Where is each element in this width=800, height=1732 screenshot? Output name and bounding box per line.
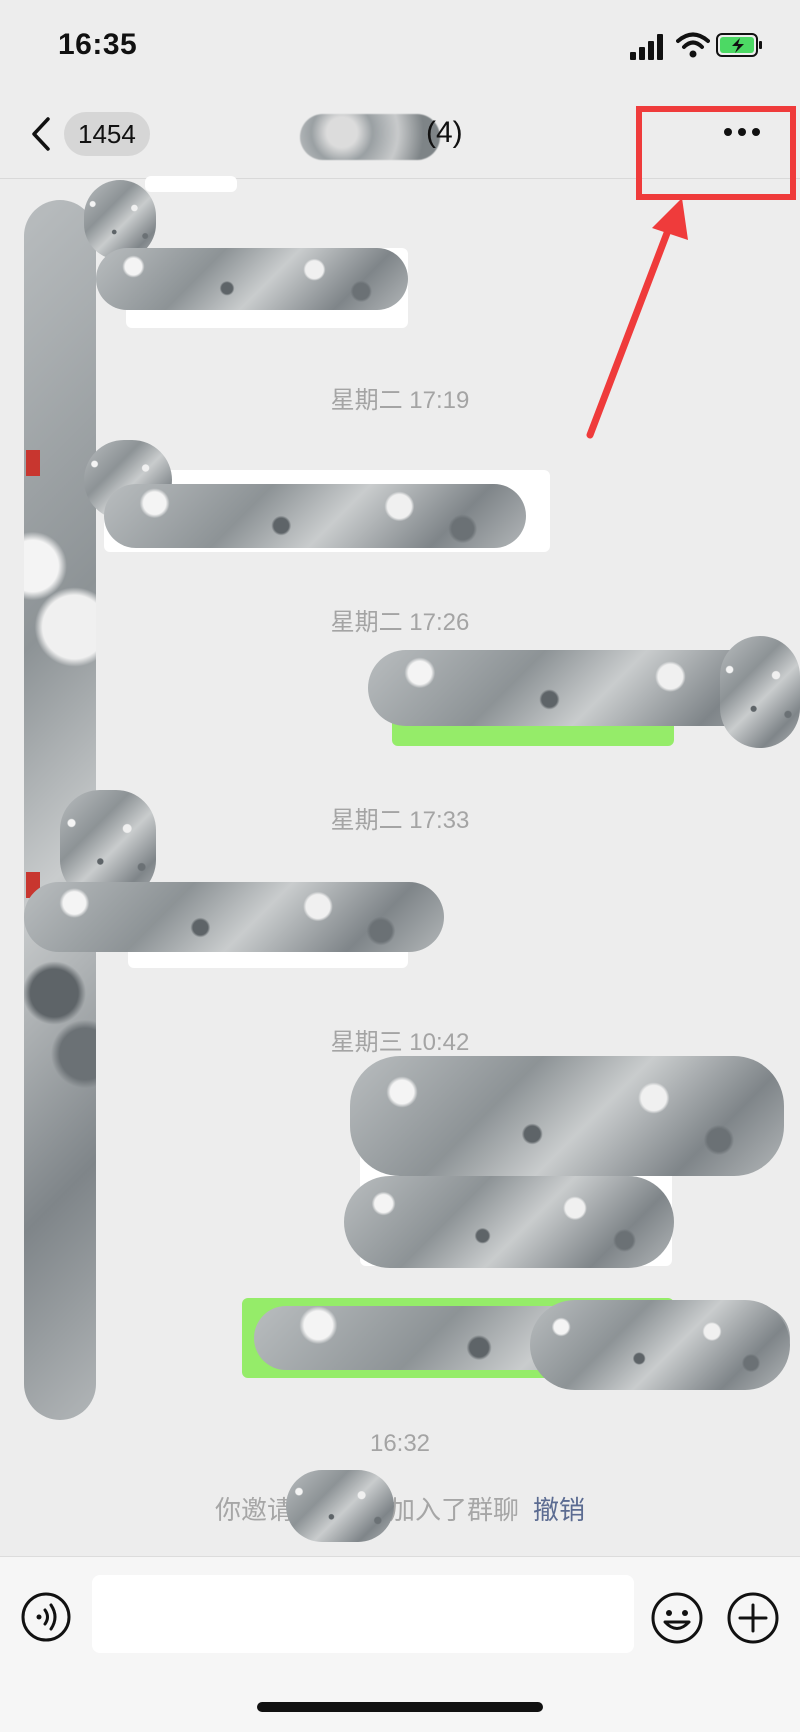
annotation-highlight-box bbox=[636, 106, 796, 200]
redaction-scribble bbox=[286, 1470, 394, 1542]
signal-icon bbox=[630, 34, 668, 60]
member-count: (4) bbox=[426, 116, 463, 149]
redaction-scribble bbox=[96, 248, 408, 310]
timestamp: 星期三 10:42 bbox=[330, 1029, 470, 1056]
system-message-prefix: 你邀请 bbox=[214, 1495, 293, 1525]
redaction-scribble bbox=[530, 1300, 790, 1390]
redaction-scribble bbox=[720, 636, 800, 748]
emoji-icon[interactable] bbox=[650, 1591, 704, 1645]
timestamp: 星期二 17:33 bbox=[330, 807, 470, 834]
timestamp: 星期二 17:26 bbox=[330, 609, 470, 636]
timestamp: 星期二 17:19 bbox=[330, 387, 470, 414]
timestamp: 16:32 bbox=[369, 1430, 431, 1457]
redaction-scribble bbox=[104, 484, 526, 548]
undo-link[interactable]: 撤销 bbox=[533, 1495, 585, 1525]
message-bubble bbox=[145, 176, 237, 192]
redaction-scribble bbox=[344, 1176, 674, 1268]
battery-icon bbox=[716, 33, 762, 57]
redaction-scribble bbox=[350, 1056, 784, 1176]
input-bar bbox=[0, 1556, 800, 1732]
system-message-suffix: 加入了群聊 bbox=[388, 1495, 519, 1525]
redaction-scribble bbox=[24, 882, 444, 952]
avatar bbox=[26, 450, 40, 476]
back-icon[interactable] bbox=[28, 116, 54, 152]
unread-count-badge[interactable]: 1454 bbox=[64, 112, 150, 156]
wifi-icon bbox=[676, 32, 710, 58]
annotation-arrow bbox=[586, 198, 688, 439]
home-indicator bbox=[257, 1702, 543, 1712]
plus-icon[interactable] bbox=[726, 1591, 780, 1645]
system-message: 你邀请 加入了群聊 撤销 bbox=[0, 1490, 800, 1527]
message-input[interactable] bbox=[92, 1575, 634, 1653]
redacted-title bbox=[300, 114, 440, 160]
chat-title: (4) bbox=[290, 114, 490, 160]
status-time: 16:35 bbox=[58, 28, 138, 61]
voice-icon[interactable] bbox=[20, 1591, 72, 1643]
